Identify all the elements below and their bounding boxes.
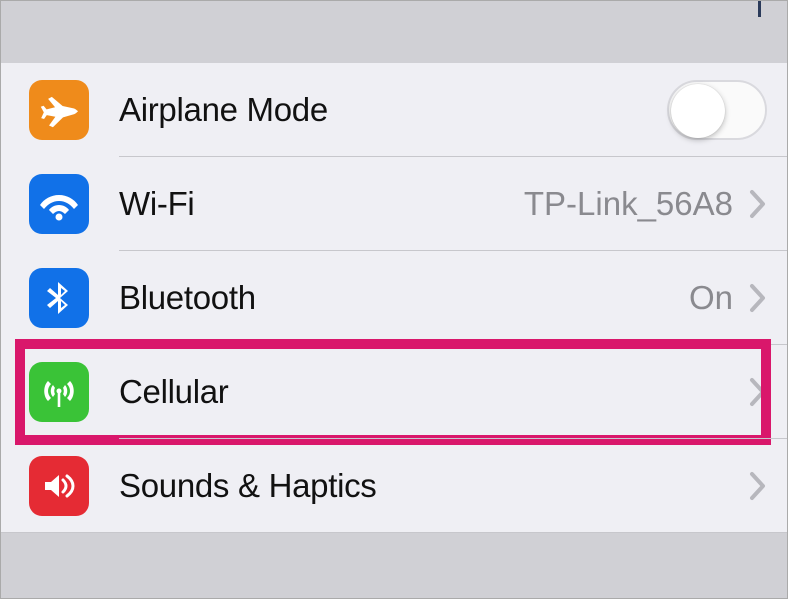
bluetooth-label: Bluetooth: [119, 279, 689, 317]
settings-row-cellular[interactable]: Cellular: [1, 345, 787, 439]
airplane-icon: [29, 80, 89, 140]
cellular-label: Cellular: [119, 373, 749, 411]
cellular-icon: [29, 362, 89, 422]
chevron-right-icon: [749, 471, 767, 501]
chevron-right-icon: [749, 283, 767, 313]
toggle-knob: [671, 84, 725, 138]
wifi-value: TP-Link_56A8: [524, 185, 733, 223]
bluetooth-icon: [29, 268, 89, 328]
bluetooth-value: On: [689, 279, 733, 317]
wifi-icon: [29, 174, 89, 234]
settings-row-airplane-mode[interactable]: Airplane Mode: [1, 63, 787, 157]
partial-element: [758, 1, 761, 17]
settings-list: Airplane Mode Wi-Fi TP-Link_56A8 Bluetoo: [1, 63, 787, 533]
section-gap: [1, 533, 787, 583]
settings-row-bluetooth[interactable]: Bluetooth On: [1, 251, 787, 345]
divider: [1, 532, 787, 533]
airplane-mode-toggle[interactable]: [667, 80, 767, 140]
sounds-icon: [29, 456, 89, 516]
chevron-right-icon: [749, 377, 767, 407]
chevron-right-icon: [749, 189, 767, 219]
settings-row-wifi[interactable]: Wi-Fi TP-Link_56A8: [1, 157, 787, 251]
wifi-label: Wi-Fi: [119, 185, 524, 223]
status-bar-area: [1, 1, 787, 63]
settings-row-sounds-haptics[interactable]: Sounds & Haptics: [1, 439, 787, 533]
sounds-haptics-label: Sounds & Haptics: [119, 467, 749, 505]
airplane-mode-label: Airplane Mode: [119, 91, 667, 129]
